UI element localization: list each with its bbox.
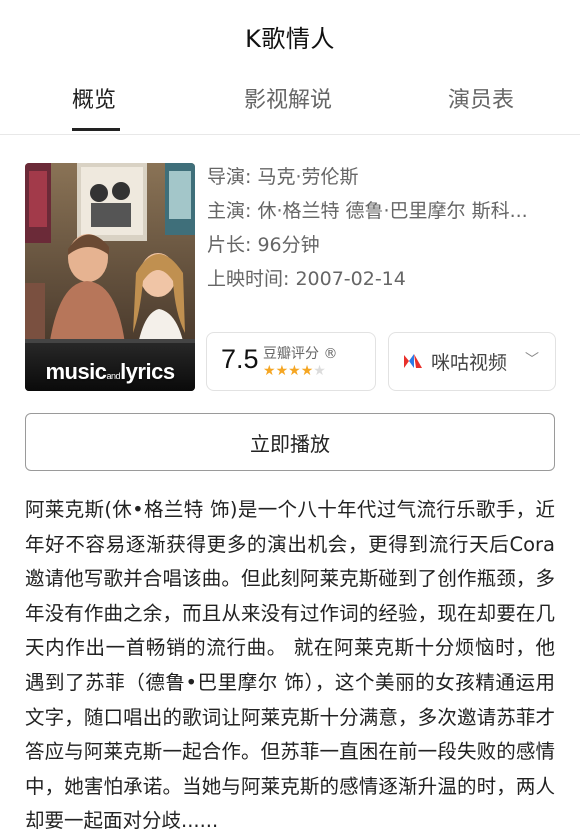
star-empty-icon: ★ xyxy=(313,363,326,379)
movie-poster[interactable]: musicandlyrics xyxy=(25,163,195,391)
tab-cast[interactable]: 演员表 xyxy=(448,82,514,114)
tab-overview[interactable]: 概览 xyxy=(72,82,116,114)
rating-stars: ★★★★★ xyxy=(263,363,326,379)
poster-image xyxy=(25,163,195,391)
chevron-down-icon: ﹀ xyxy=(525,352,539,368)
tab-commentary[interactable]: 影视解说 xyxy=(244,82,332,114)
poster-wordmark: musicandlyrics xyxy=(45,359,175,384)
director-row: 导演: 马克·劳伦斯 xyxy=(207,166,359,188)
tab-bar: 概览 影视解说 演员表 xyxy=(0,72,580,135)
provider-name: 咪咕视频 xyxy=(431,352,508,374)
provider-selector[interactable]: 咪咕视频 ﹀ xyxy=(388,332,556,391)
page-title: K歌情人 xyxy=(245,24,335,53)
synopsis-text: 阿莱克斯(休•格兰特 饰)是一个八十年代过气流行乐歌手，近年好不容易逐渐获得更多… xyxy=(25,498,555,833)
star-icon: ★ xyxy=(288,363,301,379)
play-now-button[interactable]: 立即播放 xyxy=(25,413,555,471)
rating-label: 豆瓣评分 ® xyxy=(263,346,338,362)
movie-info: 导演: 马克·劳伦斯 主演: 休·格兰特 德鲁·巴里摩尔 斯科... 片长: 9… xyxy=(207,160,557,296)
rating-score: 7.5 xyxy=(221,344,259,374)
registered-mark: ® xyxy=(323,346,338,362)
douban-rating-card[interactable]: 7.5 豆瓣评分 ® ★★★★★ xyxy=(206,332,376,391)
title-bar: K歌情人 xyxy=(0,0,580,72)
star-icon: ★ xyxy=(263,363,276,379)
star-icon: ★ xyxy=(275,363,289,379)
runtime-row: 片长: 96分钟 xyxy=(207,234,320,256)
release-date-row: 上映时间: 2007-02-14 xyxy=(207,268,406,290)
cast-row: 主演: 休·格兰特 德鲁·巴里摩尔 斯科... xyxy=(207,200,528,222)
star-icon: ★ xyxy=(300,363,314,379)
active-tab-indicator xyxy=(72,128,120,131)
migu-logo-icon xyxy=(404,354,422,368)
